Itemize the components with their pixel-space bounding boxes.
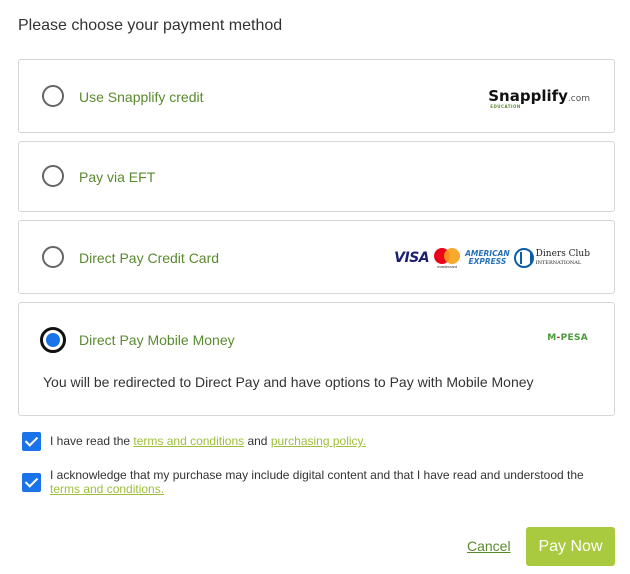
terms-text: I have read the terms and conditions and… <box>50 434 366 448</box>
option-label-mobile-money: Direct Pay Mobile Money <box>79 332 235 348</box>
radio-snapplify-credit[interactable] <box>42 85 64 107</box>
radio-mobile-money[interactable] <box>40 327 66 353</box>
payment-option-snapplify-credit[interactable]: Use Snapplify credit Snapplify.com EDUCAT… <box>18 59 615 133</box>
page-heading: Please choose your payment method <box>18 17 283 34</box>
digital-terms-link[interactable]: terms and conditions. <box>50 482 164 496</box>
option-label-snapplify-credit: Use Snapplify credit <box>79 89 204 105</box>
pay-now-button[interactable]: Pay Now <box>526 527 615 566</box>
terms-checkbox[interactable] <box>22 432 41 451</box>
diners-club-logo: Diners Club INTERNATIONAL <box>513 248 590 268</box>
card-logos: VISA mastercard AMERICAN EXPRESS Diners C… <box>394 247 590 269</box>
purchasing-policy-link[interactable]: purchasing policy. <box>271 434 366 448</box>
cancel-link[interactable]: Cancel <box>467 538 511 554</box>
terms-link[interactable]: terms and conditions <box>133 434 244 448</box>
snapplify-logo: Snapplify.com EDUCATION <box>488 87 590 109</box>
radio-credit-card[interactable] <box>42 246 64 268</box>
payment-option-credit-card[interactable]: Direct Pay Credit Card VISA mastercard A… <box>18 220 615 294</box>
payment-option-eft[interactable]: Pay via EFT <box>18 141 615 212</box>
option-label-eft: Pay via EFT <box>79 169 156 185</box>
radio-eft[interactable] <box>42 165 64 187</box>
payment-option-mobile-money[interactable]: Direct Pay Mobile Money M-PESA You will … <box>18 302 615 416</box>
redirect-note: You will be redirected to Direct Pay and… <box>43 374 534 390</box>
visa-logo: VISA <box>394 250 430 266</box>
digital-content-text: I acknowledge that my purchase may inclu… <box>50 468 584 496</box>
amex-logo: AMERICAN EXPRESS <box>465 249 510 266</box>
diners-circle-icon <box>513 248 534 268</box>
digital-content-checkbox[interactable] <box>22 473 41 492</box>
mastercard-logo: mastercard <box>433 247 461 269</box>
option-label-credit-card: Direct Pay Credit Card <box>79 250 220 266</box>
mpesa-logo: M-PESA <box>547 333 588 343</box>
